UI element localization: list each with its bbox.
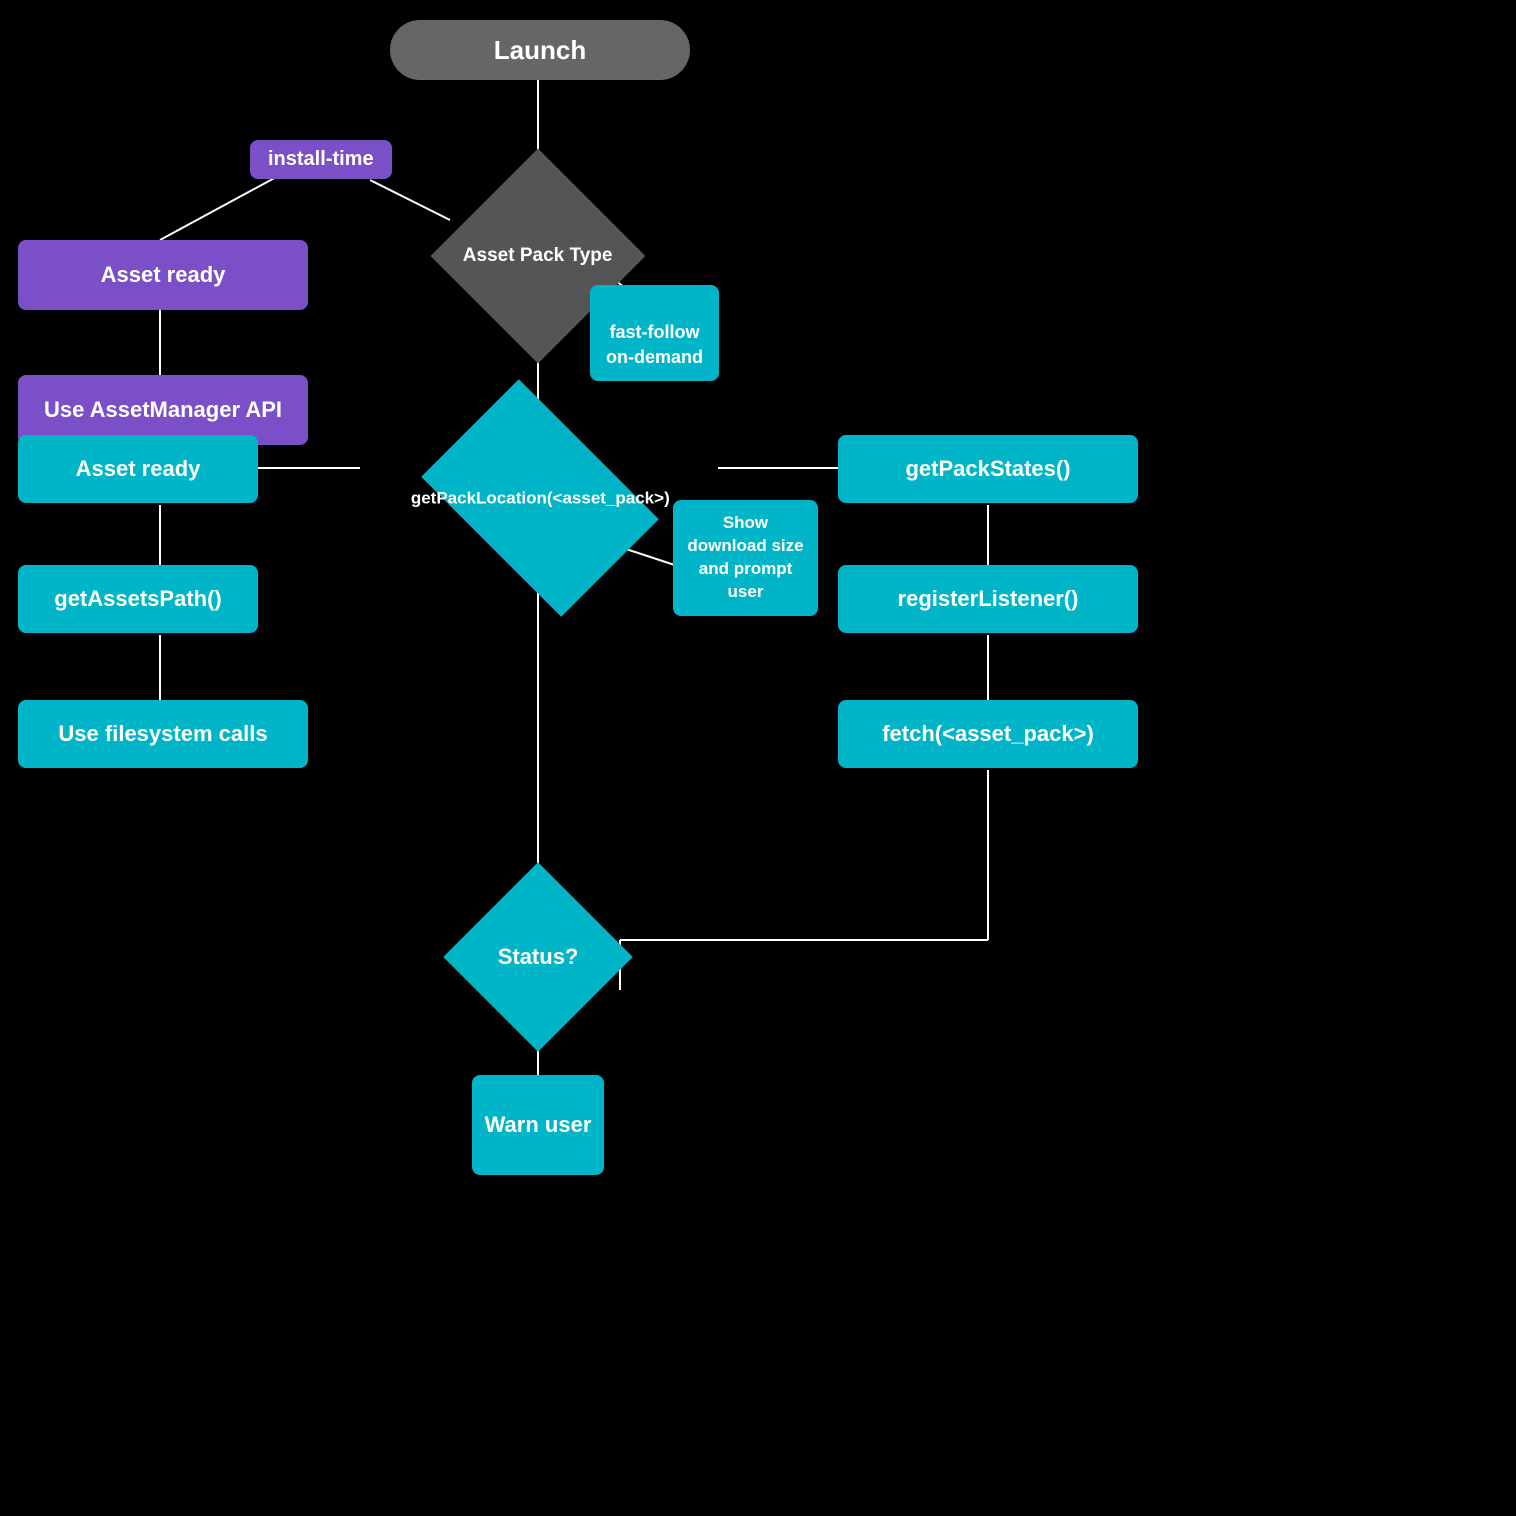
use-filesystem-calls-node: Use filesystem calls	[18, 700, 308, 768]
status-diamond: Status?	[420, 862, 655, 1052]
get-pack-states-node: getPackStates()	[838, 435, 1138, 503]
register-listener-node: registerListener()	[838, 565, 1138, 633]
launch-node: Launch	[390, 20, 690, 80]
get-assets-path-node: getAssetsPath()	[18, 565, 258, 633]
show-download-label: Show download size and prompt user	[673, 500, 818, 616]
fetch-asset-pack-node: fetch(<asset_pack>)	[838, 700, 1138, 768]
asset-ready-2-node: Asset ready	[18, 435, 258, 503]
install-time-label: install-time	[250, 140, 392, 179]
warn-user-node: Warn user	[472, 1075, 604, 1175]
fast-follow-label: fast-follow on-demand	[590, 285, 719, 381]
asset-ready-1-node: Asset ready	[18, 240, 308, 310]
flowchart: Launch install-time Asset Pack Type fast…	[0, 0, 1516, 1516]
